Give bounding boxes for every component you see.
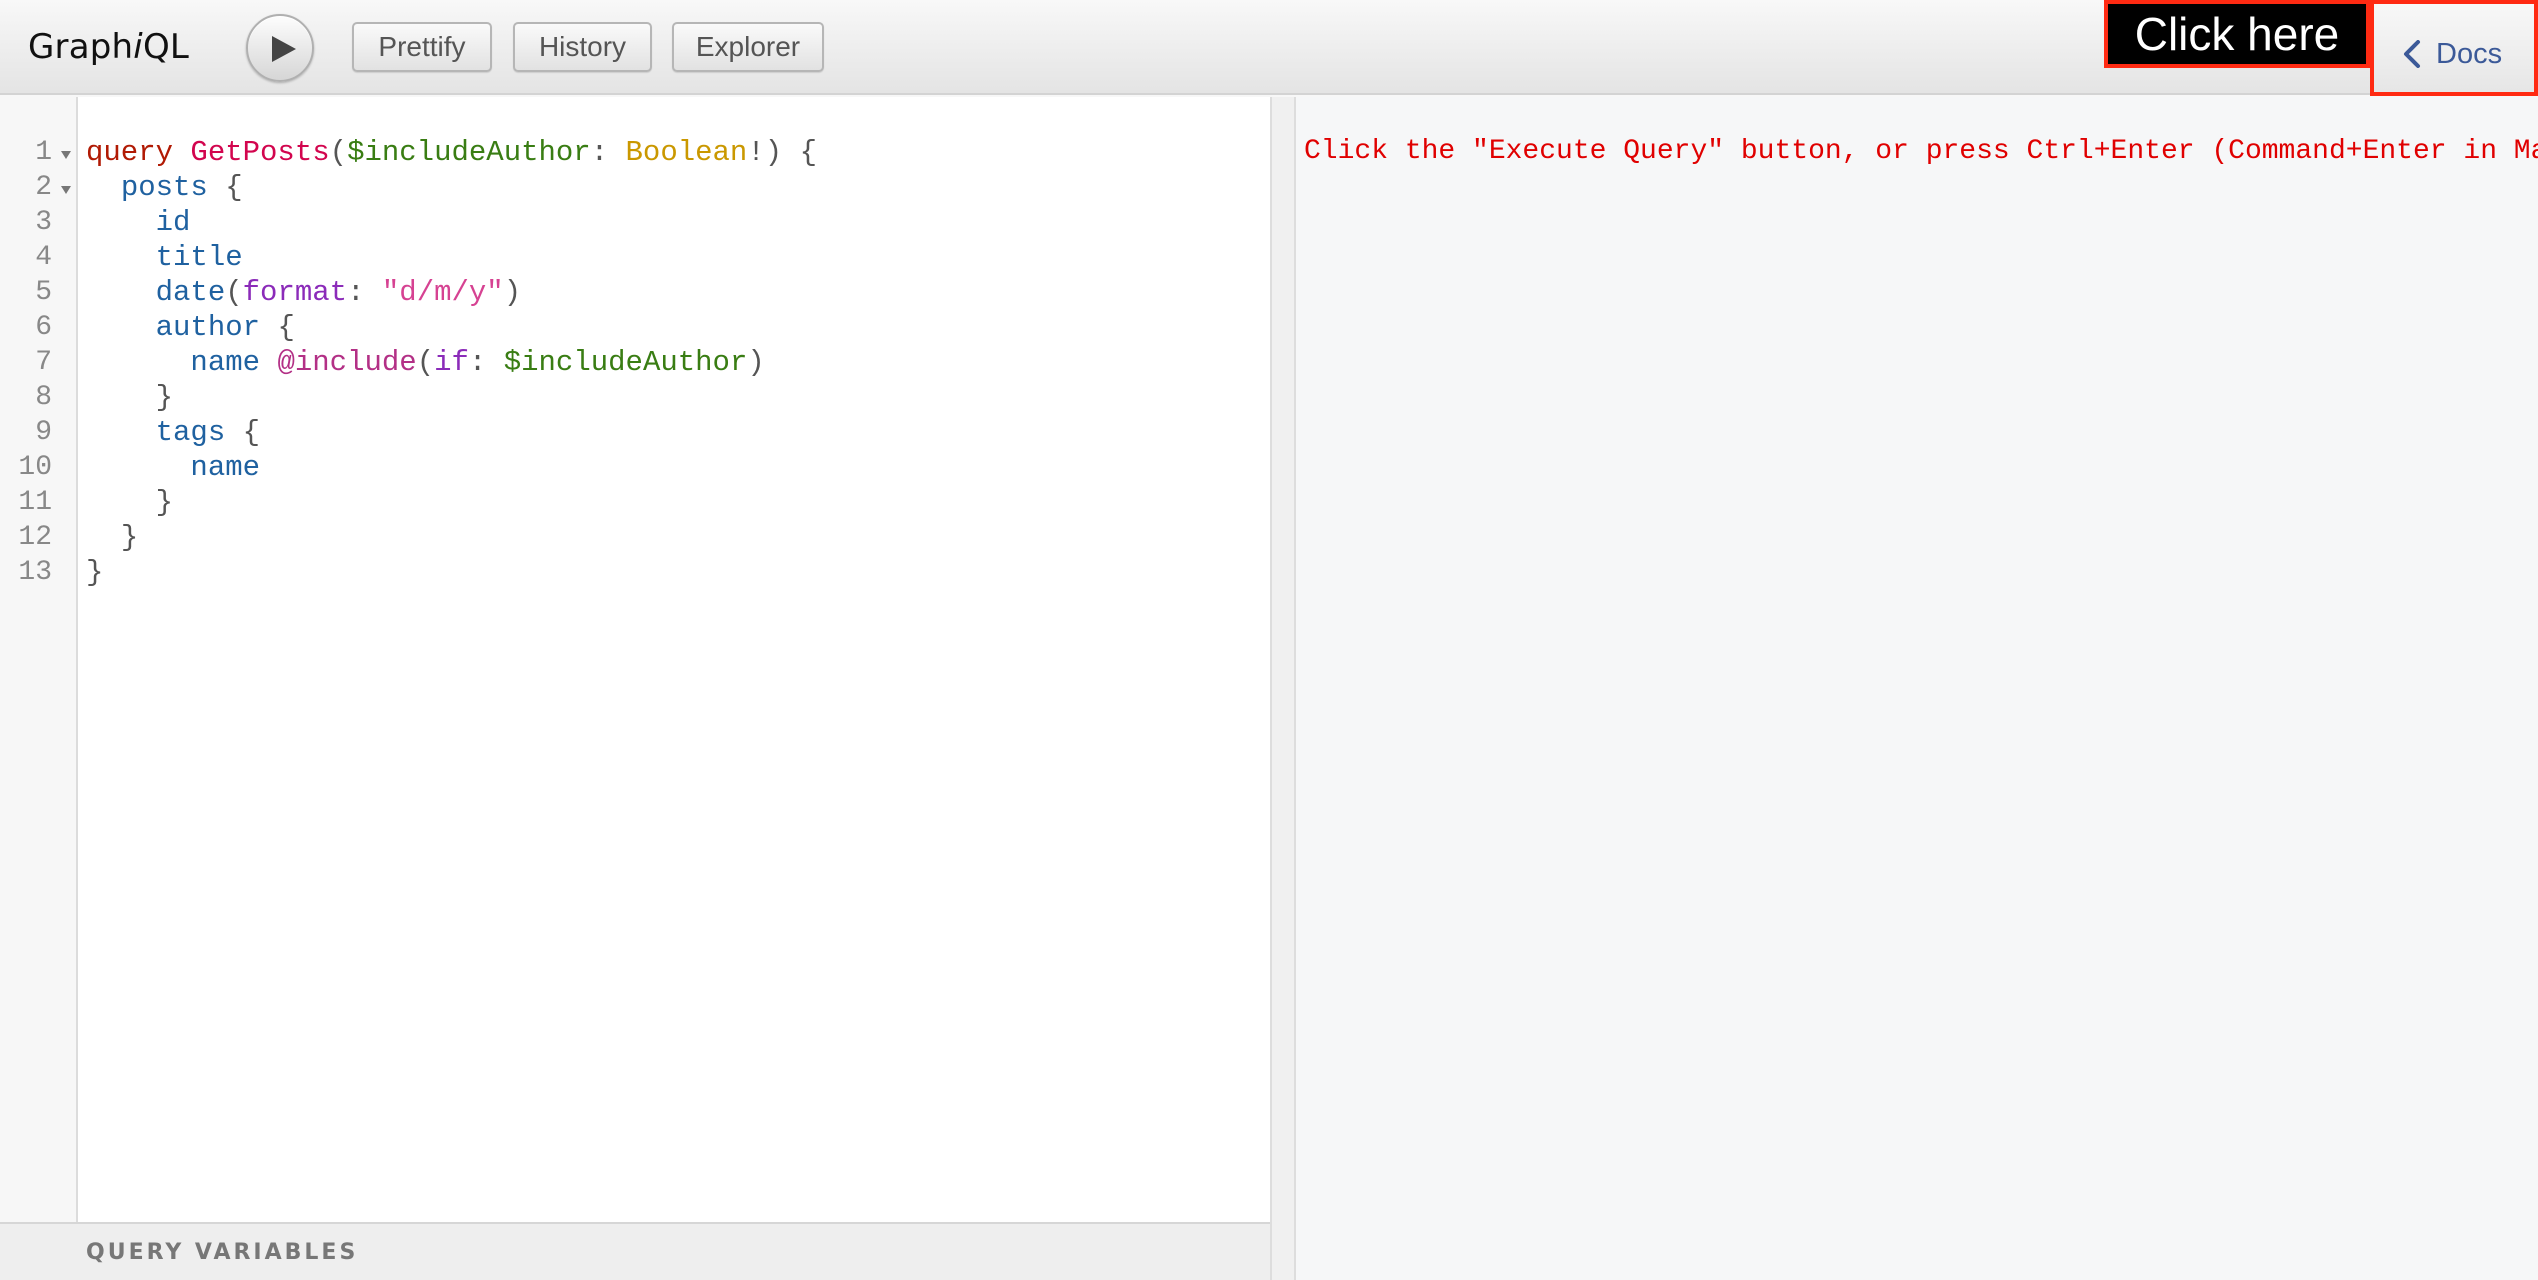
top-toolbar: GraphiQL Prettify History Explorer Click…	[0, 0, 2538, 96]
line-number: 10	[18, 452, 52, 483]
line-number: 7	[35, 347, 52, 378]
fold-arrow-icon	[61, 186, 71, 194]
code-line: }	[120, 521, 139, 554]
code-line: posts {	[120, 171, 243, 204]
code-line: tags {	[155, 416, 261, 449]
code-line: date(format: "d/m/y")	[155, 276, 522, 309]
code-line: }	[155, 381, 174, 414]
chevron-left-icon	[2404, 40, 2420, 68]
query-variables-toggle[interactable]: QUERY VARIABLES	[0, 1222, 1270, 1280]
docs-label: Docs	[2436, 38, 2503, 70]
query-editor[interactable]: 1 2 3 4 5 6 7 8 9 10 11 12 13 query GetP…	[0, 97, 1270, 1222]
explorer-button[interactable]: Explorer	[672, 22, 824, 72]
fold-toggle[interactable]	[58, 135, 74, 170]
code-line: query GetPosts($includeAuthor: Boolean!)…	[86, 136, 817, 169]
line-number: 13	[18, 557, 52, 588]
code-line: title	[155, 241, 243, 274]
line-number: 12	[18, 522, 52, 553]
code-line: id	[155, 206, 191, 239]
play-icon	[272, 36, 296, 62]
line-number: 6	[35, 312, 52, 343]
fold-arrow-icon	[61, 151, 71, 159]
result-pane: Click the "Execute Query" button, or pre…	[1296, 97, 2538, 1280]
prettify-button[interactable]: Prettify	[352, 22, 492, 72]
result-message: Click the "Execute Query" button, or pre…	[1304, 136, 2538, 167]
history-button[interactable]: History	[513, 22, 652, 72]
execute-query-button[interactable]	[246, 14, 314, 82]
pane-resize-handle[interactable]	[1270, 97, 1296, 1280]
code-line: author {	[155, 311, 295, 344]
code-line: }	[155, 486, 174, 519]
line-number: 4	[35, 242, 52, 273]
click-here-annotation: Click here	[2104, 0, 2370, 68]
code-line: name @include(if: $includeAuthor)	[190, 346, 765, 379]
line-number: 9	[35, 417, 52, 448]
line-number: 5	[35, 277, 52, 308]
line-number: 3	[35, 207, 52, 238]
docs-button[interactable]: Docs	[2370, 0, 2538, 96]
graphiql-logo: GraphiQL	[28, 27, 190, 67]
query-variables-label: QUERY VARIABLES	[86, 1240, 359, 1265]
line-number: 1	[35, 137, 52, 168]
line-number: 11	[18, 487, 52, 518]
code-line: name	[190, 451, 261, 484]
fold-toggle[interactable]	[58, 170, 74, 205]
code-line: }	[86, 556, 104, 589]
line-number-gutter: 1 2 3 4 5 6 7 8 9 10 11 12 13	[0, 97, 78, 1222]
line-number: 8	[35, 382, 52, 413]
line-number: 2	[35, 172, 52, 203]
